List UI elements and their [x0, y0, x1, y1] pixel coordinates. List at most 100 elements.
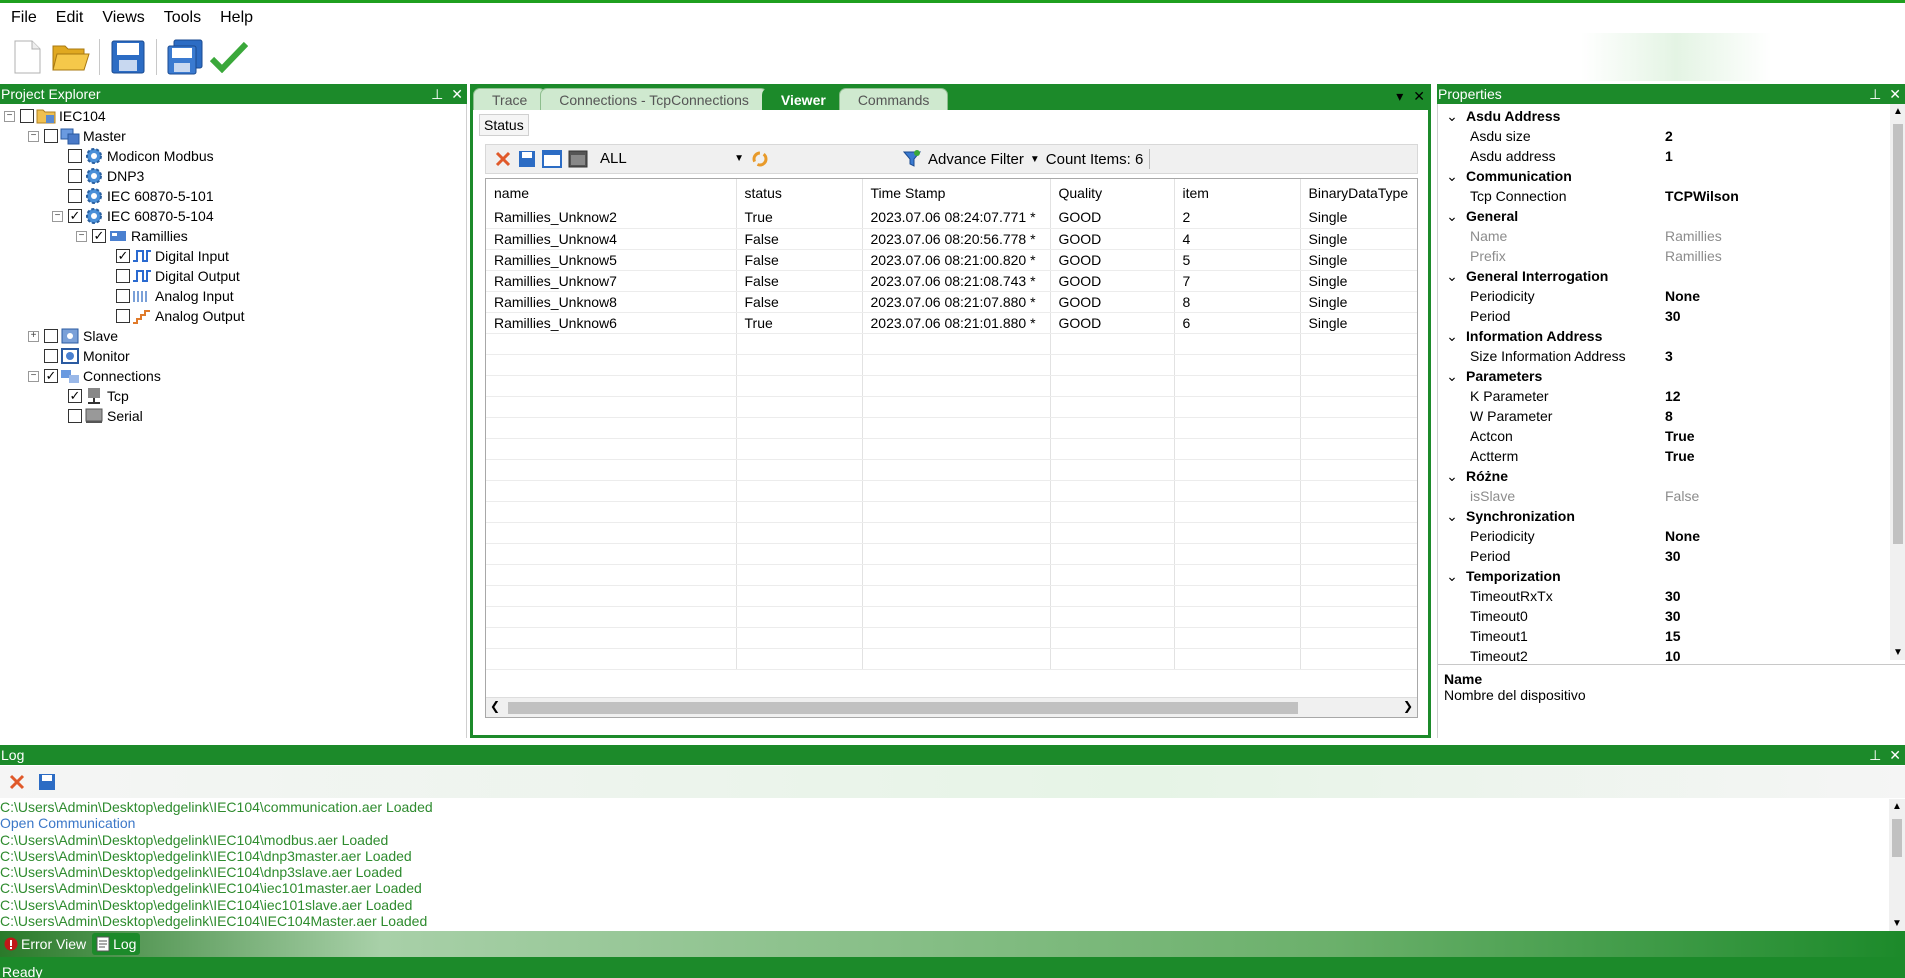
properties-scrollbar[interactable]: ▲ ▼: [1890, 104, 1905, 660]
tree-node[interactable]: − Master: [28, 126, 126, 146]
menu-file[interactable]: File: [4, 3, 49, 33]
tree-checkbox[interactable]: [116, 289, 130, 303]
tree-checkbox[interactable]: [68, 409, 82, 423]
column-header[interactable]: BinaryDataType: [1300, 179, 1417, 207]
close-icon[interactable]: ✕: [1889, 745, 1901, 765]
property-category[interactable]: ⌄ Communication: [1438, 166, 1890, 186]
tab-list-dropdown-icon[interactable]: ▾: [1396, 88, 1403, 105]
tree-node[interactable]: − ✓ IEC 60870-5-104: [52, 206, 214, 226]
tree-node[interactable]: − IEC104: [4, 106, 106, 126]
horizontal-scrollbar[interactable]: ❮ ❯: [486, 697, 1417, 717]
save-log-icon[interactable]: [38, 773, 56, 791]
property-row[interactable]: Timeout1 15: [1438, 626, 1890, 646]
refresh-icon[interactable]: [750, 149, 770, 169]
property-row[interactable]: Period 30: [1438, 546, 1890, 566]
scroll-left-icon[interactable]: ❮: [490, 699, 500, 713]
property-value[interactable]: 10: [1665, 646, 1681, 666]
menu-views[interactable]: Views: [95, 3, 156, 33]
close-icon[interactable]: ✕: [451, 84, 463, 104]
tree-checkbox[interactable]: [44, 329, 58, 343]
column-header[interactable]: Quality: [1050, 179, 1175, 207]
tree-checkbox[interactable]: [68, 189, 82, 203]
property-row[interactable]: Periodicity None: [1438, 526, 1890, 546]
menu-edit[interactable]: Edit: [49, 3, 96, 33]
tree-checkbox[interactable]: ✓: [92, 229, 106, 243]
table-row[interactable]: Ramillies_Unknow6 True 2023.07.06 08:21:01…: [486, 312, 1417, 334]
property-value[interactable]: 3: [1665, 346, 1673, 366]
tree-checkbox[interactable]: [68, 169, 82, 183]
property-value[interactable]: True: [1665, 426, 1695, 446]
property-row[interactable]: Timeout2 10: [1438, 646, 1890, 666]
tree-checkbox[interactable]: [44, 129, 58, 143]
tree-node[interactable]: ✓ Digital Input: [100, 246, 229, 266]
property-row[interactable]: Actcon True: [1438, 426, 1890, 446]
menu-tools[interactable]: Tools: [157, 3, 213, 33]
tree-node[interactable]: Serial: [52, 406, 143, 426]
pin-icon[interactable]: ⊥: [1869, 745, 1881, 765]
chevron-down-icon[interactable]: ⌄: [1438, 506, 1466, 526]
tree-checkbox[interactable]: ✓: [68, 389, 82, 403]
property-category[interactable]: ⌄ Temporization: [1438, 566, 1890, 586]
property-row[interactable]: Period 30: [1438, 306, 1890, 326]
property-row[interactable]: Timeout0 30: [1438, 606, 1890, 626]
property-value[interactable]: True: [1665, 446, 1695, 466]
pin-icon[interactable]: ⊥: [431, 84, 443, 104]
tree-node[interactable]: − ✓ Ramillies: [76, 226, 188, 246]
property-value[interactable]: 15: [1665, 626, 1681, 646]
tree-node[interactable]: Analog Output: [100, 306, 245, 326]
tree-checkbox[interactable]: [44, 349, 58, 363]
property-value[interactable]: 12: [1665, 386, 1681, 406]
property-category[interactable]: ⌄ Różne: [1438, 466, 1890, 486]
expand-toggle-icon[interactable]: −: [4, 110, 15, 122]
scroll-right-icon[interactable]: ❯: [1403, 699, 1413, 713]
property-value[interactable]: TCPWilson: [1665, 186, 1739, 206]
property-row[interactable]: isSlave False: [1438, 486, 1890, 506]
column-header[interactable]: name: [486, 179, 737, 207]
column-header[interactable]: item: [1174, 179, 1301, 207]
new-file-button[interactable]: [8, 38, 46, 76]
property-value[interactable]: 30: [1665, 606, 1681, 626]
close-icon[interactable]: ✕: [1889, 84, 1901, 104]
scrollbar-thumb[interactable]: [508, 702, 1298, 714]
table-row[interactable]: Ramillies_Unknow5 False 2023.07.06 08:21:0…: [486, 249, 1417, 271]
chevron-down-icon[interactable]: ⌄: [1438, 106, 1466, 126]
chevron-down-icon[interactable]: ⌄: [1438, 366, 1466, 386]
expand-toggle-icon[interactable]: −: [28, 370, 39, 382]
tree-node[interactable]: + Slave: [28, 326, 118, 346]
table-row[interactable]: Ramillies_Unknow8 False 2023.07.06 08:21:0…: [486, 291, 1417, 313]
tree-node[interactable]: IEC 60870-5-101: [52, 186, 214, 206]
scroll-up-icon[interactable]: ▲: [1893, 106, 1903, 117]
tree-checkbox[interactable]: [116, 269, 130, 283]
property-row[interactable]: Asdu size 2: [1438, 126, 1890, 146]
property-row[interactable]: Size Information Address 3: [1438, 346, 1890, 366]
property-value[interactable]: Ramillies: [1665, 246, 1722, 266]
chevron-down-icon[interactable]: ⌄: [1438, 266, 1466, 286]
column-header[interactable]: Time Stamp: [862, 179, 1051, 207]
property-row[interactable]: TimeoutRxTx 30: [1438, 586, 1890, 606]
tab-commands[interactable]: Commands: [838, 88, 949, 110]
tree-node[interactable]: ✓ Tcp: [52, 386, 129, 406]
tree-node[interactable]: − ✓ Connections: [28, 366, 161, 386]
scroll-down-icon[interactable]: ▼: [1893, 647, 1903, 658]
property-value[interactable]: 2: [1665, 126, 1673, 146]
filter-select[interactable]: ALL ▼: [594, 150, 744, 168]
expand-toggle-icon[interactable]: −: [76, 230, 87, 242]
pin-icon[interactable]: ⊥: [1869, 84, 1881, 104]
chevron-down-icon[interactable]: ⌄: [1438, 326, 1466, 346]
property-category[interactable]: ⌄ Parameters: [1438, 366, 1890, 386]
advance-filter-button[interactable]: Advance Filter: [928, 151, 1024, 168]
expand-toggle-icon[interactable]: −: [52, 210, 63, 222]
property-value[interactable]: False: [1665, 486, 1699, 506]
tab-trace[interactable]: Trace: [473, 88, 547, 110]
tree-checkbox[interactable]: [20, 109, 34, 123]
tree-node[interactable]: Digital Output: [100, 266, 240, 286]
tree-checkbox[interactable]: ✓: [116, 249, 130, 263]
chevron-down-icon[interactable]: ⌄: [1438, 466, 1466, 486]
tab-viewer[interactable]: Viewer: [761, 88, 845, 110]
table-row[interactable]: Ramillies_Unknow7 False 2023.07.06 08:21:0…: [486, 270, 1417, 292]
property-row[interactable]: Prefix Ramillies: [1438, 246, 1890, 266]
property-row[interactable]: Periodicity None: [1438, 286, 1890, 306]
tree-node[interactable]: Monitor: [28, 346, 130, 366]
tab-connections[interactable]: Connections - TcpConnections: [540, 88, 768, 110]
property-value[interactable]: 1: [1665, 146, 1673, 166]
